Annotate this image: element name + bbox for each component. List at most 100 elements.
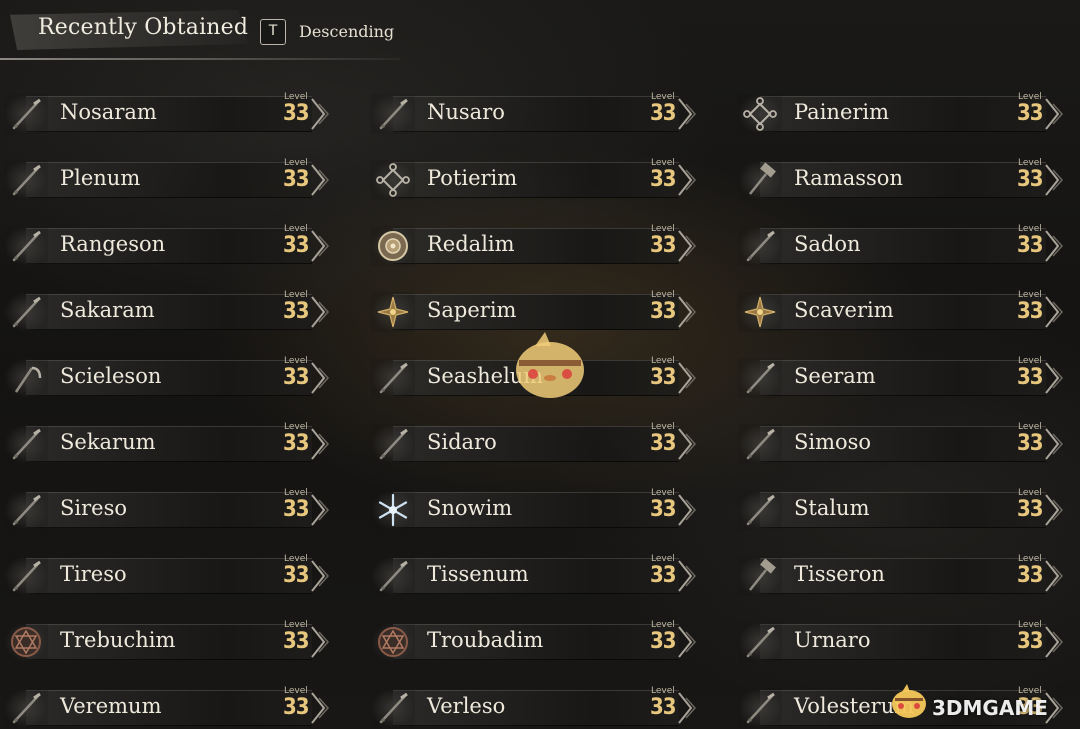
sort-order-label[interactable]: Descending [299,22,394,41]
item-thumbnail [371,292,415,332]
chevron-right-icon [678,164,697,196]
item-name: Snowim [427,496,513,520]
item-slot[interactable]: Stalum Level 33 [734,484,1070,536]
item-slot[interactable]: Redalim Level 33 [367,220,703,272]
page-title: Recently Obtained [38,15,249,40]
level-value: 33 [283,167,310,192]
item-thumbnail [738,424,782,464]
staff-icon [12,164,41,196]
staff-icon [12,98,41,130]
item-thumbnail [738,226,782,266]
item-name: Sekarum [60,430,156,454]
item-slot[interactable]: Nosaram Level 33 [0,88,336,140]
chevron-right-icon [1045,230,1064,262]
chevron-right-icon [311,362,330,394]
item-slot[interactable]: Sidaro Level 33 [367,418,703,470]
level-value: 33 [650,365,677,390]
staff-icon [379,362,408,394]
item-thumbnail [371,424,415,464]
item-name: Saperim [427,298,517,322]
item-slot[interactable]: Urnaro Level 33 [734,616,1070,668]
hammer-icon [749,558,776,591]
chevron-right-icon [311,164,330,196]
item-slot[interactable]: Ramasson Level 33 [734,154,1070,206]
hammer-icon [749,162,776,195]
level-value: 33 [650,629,677,654]
star-charm-icon [744,296,776,328]
item-slot[interactable]: Scaverim Level 33 [734,286,1070,338]
level-value: 33 [283,233,310,258]
item-thumbnail [738,688,782,728]
item-slot[interactable]: Sireso Level 33 [0,484,336,536]
item-name: Tireso [60,562,127,586]
chevron-right-icon [311,692,330,724]
item-slot[interactable]: Snowim Level 33 [367,484,703,536]
item-name: Stalum [794,496,870,520]
level-value: 33 [650,167,677,192]
item-name: Verleso [427,694,506,718]
header: Recently Obtained T Descending [0,0,420,62]
item-slot[interactable]: Tireso Level 33 [0,550,336,602]
watermark-mascot-icon [516,332,584,398]
staff-icon [746,230,775,262]
item-slot[interactable]: Sadon Level 33 [734,220,1070,272]
item-slot[interactable]: Simoso Level 33 [734,418,1070,470]
item-slot[interactable]: Sekarum Level 33 [0,418,336,470]
item-slot[interactable]: Potierim Level 33 [367,154,703,206]
item-thumbnail [4,490,48,530]
item-slot[interactable]: Seeram Level 33 [734,352,1070,404]
snowflake-icon [378,493,408,527]
item-name: Ramasson [794,166,903,190]
level-value: 33 [283,629,310,654]
level-value: 33 [1017,431,1044,456]
star-charm-icon [377,296,409,328]
item-slot[interactable]: Nusaro Level 33 [367,88,703,140]
chevron-right-icon [678,692,697,724]
item-name: Painerim [794,100,890,124]
chevron-right-icon [678,626,697,658]
item-slot[interactable]: Veremum Level 33 [0,682,336,729]
item-thumbnail [371,358,415,398]
chevron-right-icon [678,230,697,262]
level-value: 33 [283,695,310,720]
item-slot[interactable]: Painerim Level 33 [734,88,1070,140]
chevron-right-icon [311,428,330,460]
rune-disc-icon [11,627,41,657]
level-value: 33 [283,431,310,456]
sort-key-hint[interactable]: T [260,19,286,45]
chevron-right-icon [1045,626,1064,658]
chevron-right-icon [311,560,330,592]
level-value: 33 [1017,233,1044,258]
item-slot[interactable]: Sakaram Level 33 [0,286,336,338]
item-thumbnail [371,556,415,596]
level-value: 33 [1017,365,1044,390]
item-thumbnail [4,622,48,662]
item-name: Sadon [794,232,861,256]
item-slot[interactable]: Tissenum Level 33 [367,550,703,602]
item-slot[interactable]: Rangeson Level 33 [0,220,336,272]
item-thumbnail [4,160,48,200]
level-value: 33 [283,497,310,522]
chevron-right-icon [311,296,330,328]
knot-charm-icon [376,163,410,197]
staff-icon [12,230,41,262]
item-name: Sakaram [60,298,155,322]
item-thumbnail [4,556,48,596]
item-thumbnail [4,292,48,332]
staff-icon [379,98,408,130]
chevron-right-icon [311,626,330,658]
chevron-right-icon [311,494,330,526]
item-slot[interactable]: Verleso Level 33 [367,682,703,729]
header-divider [0,58,400,60]
round-shield-icon [378,231,408,261]
chevron-right-icon [311,98,330,130]
item-slot[interactable]: Trebuchim Level 33 [0,616,336,668]
item-thumbnail [4,226,48,266]
item-slot[interactable]: Scieleson Level 33 [0,352,336,404]
item-thumbnail [371,94,415,134]
item-slot[interactable]: Troubadim Level 33 [367,616,703,668]
item-slot[interactable]: Plenum Level 33 [0,154,336,206]
item-name: Veremum [60,694,162,718]
rune-disc-icon [378,627,408,657]
item-slot[interactable]: Tisseron Level 33 [734,550,1070,602]
